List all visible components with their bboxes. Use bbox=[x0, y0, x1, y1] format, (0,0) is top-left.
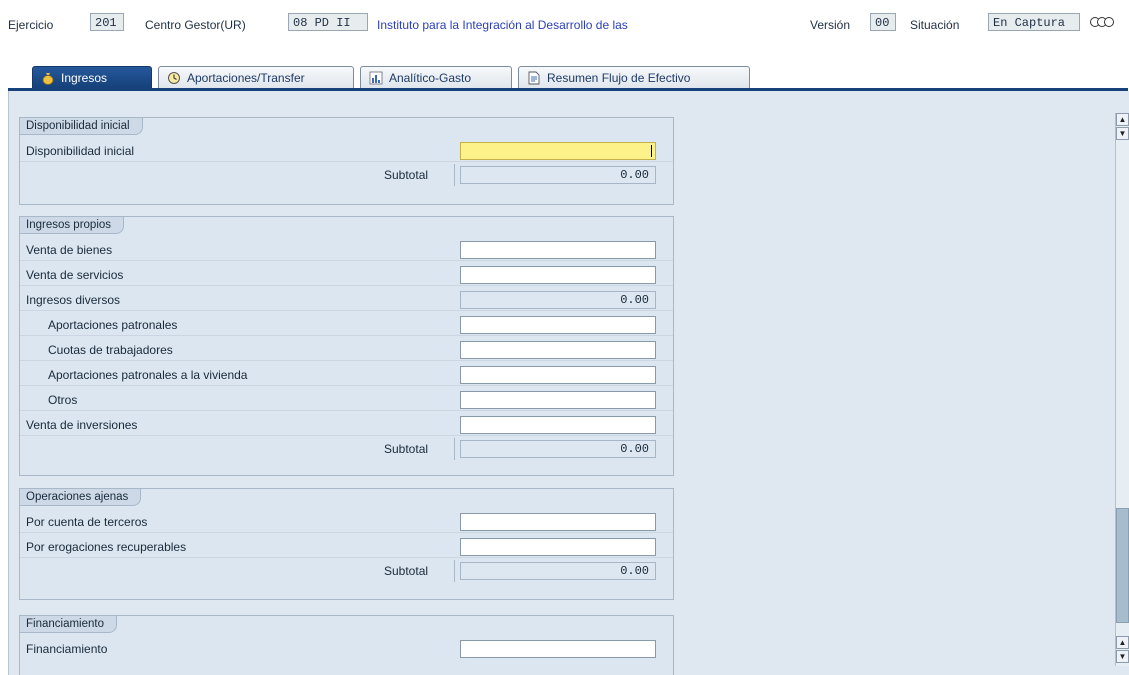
version-field[interactable]: 00 bbox=[870, 13, 896, 31]
subtotal-label: Subtotal bbox=[384, 442, 429, 456]
scroll-up-button-bottom[interactable]: ▲ bbox=[1116, 636, 1129, 649]
subtotal-value: 0.00 bbox=[460, 440, 656, 458]
row-venta-bienes: Venta de bienes bbox=[20, 239, 673, 261]
row-label: Ingresos diversos bbox=[26, 293, 121, 307]
tab-aportaciones[interactable]: Aportaciones/Transfer bbox=[158, 66, 354, 88]
tab-analitico-gasto-label: Analítico-Gasto bbox=[389, 70, 472, 85]
chart-icon bbox=[369, 71, 383, 85]
row-cuotas-trabajadores: Cuotas de trabajadores bbox=[20, 339, 673, 361]
section-title: Financiamiento bbox=[19, 615, 117, 633]
row-label: Aportaciones patronales bbox=[48, 318, 178, 332]
disponibilidad-inicial-input[interactable] bbox=[460, 142, 656, 160]
centro-gestor-field[interactable]: 08 PD II bbox=[288, 13, 368, 31]
row-label: Otros bbox=[48, 393, 78, 407]
row-venta-inversiones: Venta de inversiones bbox=[20, 414, 673, 436]
section-ingresos-propios: Ingresos propios Venta de bienes Venta d… bbox=[19, 216, 674, 476]
divider bbox=[454, 438, 455, 460]
tab-ingresos-label: Ingresos bbox=[61, 70, 108, 85]
clock-icon bbox=[167, 71, 181, 85]
ingresos-diversos-value: 0.00 bbox=[460, 291, 656, 309]
money-bag-icon bbox=[41, 71, 55, 85]
scroll-down-button-bottom[interactable]: ▼ bbox=[1116, 650, 1129, 663]
divider bbox=[454, 164, 455, 186]
aportaciones-vivienda-input[interactable] bbox=[460, 366, 656, 384]
centro-gestor-description: Instituto para la Integración al Desarro… bbox=[377, 18, 628, 32]
document-icon bbox=[527, 71, 541, 85]
row-cuenta-terceros: Por cuenta de terceros bbox=[20, 511, 673, 533]
row-venta-servicios: Venta de servicios bbox=[20, 264, 673, 286]
venta-bienes-input[interactable] bbox=[460, 241, 656, 259]
row-disponibilidad-inicial: Disponibilidad inicial bbox=[20, 140, 673, 162]
row-label: Por cuenta de terceros bbox=[26, 515, 148, 529]
row-subtotal: Subtotal 0.00 bbox=[20, 438, 673, 460]
row-aportaciones-vivienda: Aportaciones patronales a la vivienda bbox=[20, 364, 673, 386]
row-label: Por erogaciones recuperables bbox=[26, 540, 187, 554]
section-title: Ingresos propios bbox=[19, 216, 125, 234]
row-label: Venta de inversiones bbox=[26, 418, 138, 432]
situacion-field[interactable]: En Captura bbox=[988, 13, 1080, 31]
financiamiento-input[interactable] bbox=[460, 640, 656, 658]
section-disponibilidad: Disponibilidad inicial Disponibilidad in… bbox=[19, 117, 674, 205]
row-label: Financiamiento bbox=[26, 642, 108, 656]
ejercicio-label: Ejercicio bbox=[8, 18, 54, 32]
cuotas-trabajadores-input[interactable] bbox=[460, 341, 656, 359]
section-financiamiento: Financiamiento Financiamiento bbox=[19, 615, 674, 675]
ejercicio-field[interactable]: 201 bbox=[90, 13, 124, 31]
scroll-thumb[interactable] bbox=[1116, 508, 1129, 623]
tab-analitico-gasto[interactable]: Analítico-Gasto bbox=[360, 66, 512, 88]
row-ingresos-diversos: Ingresos diversos 0.00 bbox=[20, 289, 673, 311]
section-title: Operaciones ajenas bbox=[19, 488, 142, 506]
row-label: Disponibilidad inicial bbox=[26, 144, 135, 158]
row-aportaciones-patronales: Aportaciones patronales bbox=[20, 314, 673, 336]
subtotal-value: 0.00 bbox=[460, 166, 656, 184]
tab-aportaciones-label: Aportaciones/Transfer bbox=[187, 70, 305, 85]
tab-resumen-flujo-label: Resumen Flujo de Efectivo bbox=[547, 70, 691, 85]
tab-ingresos[interactable]: Ingresos bbox=[32, 66, 152, 88]
row-label: Aportaciones patronales a la vivienda bbox=[48, 368, 248, 382]
divider bbox=[454, 560, 455, 582]
cuenta-terceros-input[interactable] bbox=[460, 513, 656, 531]
row-otros: Otros bbox=[20, 389, 673, 411]
aportaciones-patronales-input[interactable] bbox=[460, 316, 656, 334]
venta-servicios-input[interactable] bbox=[460, 266, 656, 284]
row-label: Cuotas de trabajadores bbox=[48, 343, 173, 357]
row-label: Venta de servicios bbox=[26, 268, 124, 282]
situacion-label: Situación bbox=[910, 18, 960, 32]
subtotal-label: Subtotal bbox=[384, 168, 429, 182]
tab-resumen-flujo[interactable]: Resumen Flujo de Efectivo bbox=[518, 66, 750, 88]
centro-gestor-label: Centro Gestor(UR) bbox=[145, 18, 246, 32]
subtotal-label: Subtotal bbox=[384, 564, 429, 578]
subtotal-value: 0.00 bbox=[460, 562, 656, 580]
section-operaciones-ajenas: Operaciones ajenas Por cuenta de tercero… bbox=[19, 488, 674, 600]
section-title: Disponibilidad inicial bbox=[19, 117, 143, 135]
row-subtotal: Subtotal 0.00 bbox=[20, 560, 673, 582]
content-panel: Disponibilidad inicial Disponibilidad in… bbox=[8, 91, 1129, 675]
otros-input[interactable] bbox=[460, 391, 656, 409]
version-label: Versión bbox=[810, 18, 851, 32]
scroll-down-button[interactable]: ▼ bbox=[1116, 127, 1129, 140]
row-erogaciones-recuperables: Por erogaciones recuperables bbox=[20, 536, 673, 558]
row-label: Venta de bienes bbox=[26, 243, 113, 257]
row-financiamiento: Financiamiento bbox=[20, 638, 673, 660]
row-subtotal: Subtotal 0.00 bbox=[20, 164, 673, 186]
venta-inversiones-input[interactable] bbox=[460, 416, 656, 434]
status-lights-icon[interactable] bbox=[1090, 17, 1114, 27]
scroll-up-button[interactable]: ▲ bbox=[1116, 113, 1129, 126]
erogaciones-recuperables-input[interactable] bbox=[460, 538, 656, 556]
vertical-scrollbar[interactable]: ▲ ▼ ▲ ▼ bbox=[1115, 113, 1129, 666]
